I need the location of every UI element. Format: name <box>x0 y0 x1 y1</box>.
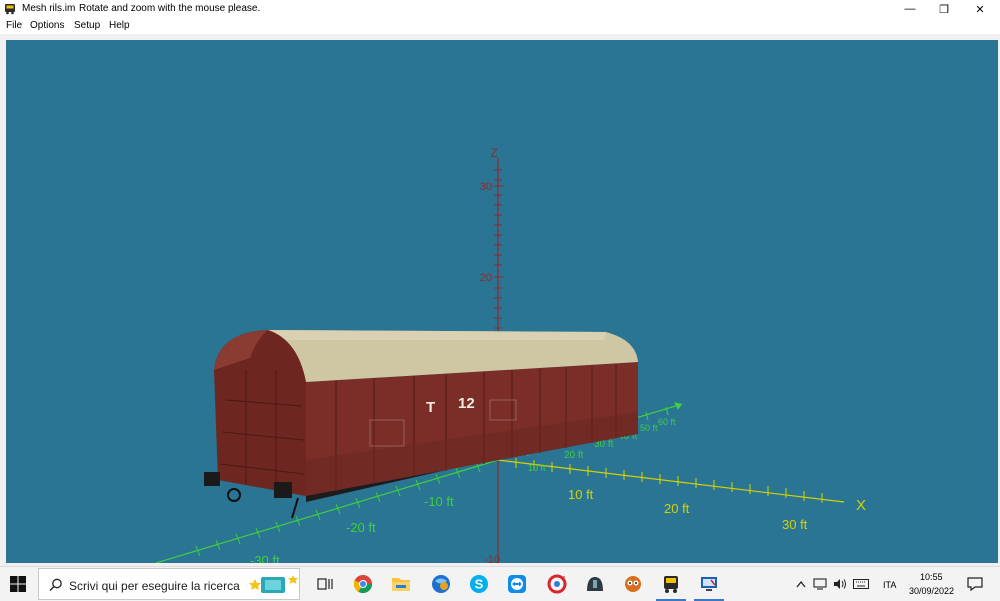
menu-bar: File Options Setup Help <box>0 18 1000 34</box>
eye-icon <box>625 576 641 592</box>
windows-icon <box>10 576 26 592</box>
minimize-button[interactable]: — <box>892 0 928 18</box>
dark-app-button[interactable] <box>584 573 606 595</box>
volume-button[interactable] <box>832 573 848 595</box>
skype-icon: S <box>470 575 488 593</box>
window-title: Mesh rils.im <box>22 3 76 14</box>
monitor-app-button[interactable] <box>698 573 720 595</box>
search-placeholder: Scrivi qui per eseguire la ricerca <box>69 579 240 593</box>
x-tick-label: 20 ft <box>664 501 690 516</box>
eye-app-button[interactable] <box>622 573 644 595</box>
network-icon <box>813 578 827 590</box>
3d-viewport[interactable]: Z 30 20 -10 X 10 ft 20 ft 30 ft -10 ft -… <box>6 40 998 563</box>
close-button[interactable]: ✕ <box>962 0 998 18</box>
menu-options[interactable]: Options <box>30 20 64 31</box>
y-tick-label: 60 ft <box>658 417 676 427</box>
keyboard-icon <box>853 579 869 589</box>
wagon-marking-number: 12 <box>458 395 475 412</box>
restore-button[interactable]: ❐ <box>926 0 962 18</box>
task-view-icon <box>317 578 333 590</box>
y-tick-label: 50 ft <box>640 423 658 433</box>
z-tick-label: 30 <box>480 181 492 193</box>
scene-canvas[interactable]: Z 30 20 -10 X 10 ft 20 ft 30 ft -10 ft -… <box>6 40 998 563</box>
x-tick-label: 10 ft <box>568 487 594 502</box>
speaker-icon <box>834 579 846 589</box>
z-tick-label: -10 <box>484 554 500 563</box>
svg-text:S: S <box>475 577 484 592</box>
tray-expand-button[interactable] <box>794 573 808 595</box>
wagon-marking-t: T <box>426 399 435 416</box>
y-tick-label: 10 ft <box>528 463 546 473</box>
close-icon: ✕ <box>975 3 985 16</box>
train-icon <box>664 576 678 593</box>
notification-icon <box>967 577 983 592</box>
x-axis: X 10 ft 20 ft 30 ft <box>497 458 866 532</box>
clock-date[interactable]: 30/09/2022 <box>909 586 954 596</box>
folder-icon <box>392 578 410 591</box>
restore-icon: ❐ <box>939 3 949 16</box>
train-app-button[interactable] <box>660 573 682 595</box>
keyboard-button[interactable] <box>852 573 870 595</box>
neg-x-tick-label: -20 ft <box>346 520 376 535</box>
monitor-icon <box>701 577 717 591</box>
menu-file[interactable]: File <box>6 20 22 31</box>
notifications-button[interactable] <box>964 573 986 595</box>
globe-icon <box>432 575 450 593</box>
chrome-icon <box>354 575 372 594</box>
taskbar-search-box[interactable]: Scrivi qui per eseguire la ricerca <box>38 568 300 600</box>
x-tick-label: 30 ft <box>782 517 808 532</box>
z-axis-label: Z <box>490 146 497 160</box>
dome-icon <box>587 577 603 591</box>
chevron-up-icon <box>796 580 806 588</box>
teamviewer-button[interactable] <box>506 573 528 595</box>
chrome-button[interactable] <box>352 573 374 595</box>
minimize-icon: — <box>904 3 916 15</box>
title-bar: Mesh rils.im Rotate and zoom with the mo… <box>0 0 1000 18</box>
neg-x-tick-label: -30 ft <box>250 553 280 563</box>
globe-app-button[interactable] <box>430 573 452 595</box>
language-indicator[interactable]: ITA <box>883 580 896 590</box>
train-app-icon <box>5 4 15 15</box>
window-hint: Rotate and zoom with the mouse please. <box>79 3 261 14</box>
taskbar: Scrivi qui per eseguire la ricerca S ITA… <box>0 566 1000 601</box>
ccleaner-icon <box>547 574 567 594</box>
start-button[interactable] <box>0 567 36 601</box>
clock-time[interactable]: 10:55 <box>920 572 943 582</box>
x-axis-label: X <box>856 497 866 514</box>
menu-help[interactable]: Help <box>109 20 130 31</box>
z-tick-label: 20 <box>480 272 492 284</box>
y-tick-label: 20 ft <box>564 450 584 461</box>
task-view-button[interactable] <box>314 573 336 595</box>
skype-button[interactable]: S <box>468 573 490 595</box>
file-explorer-button[interactable] <box>390 573 412 595</box>
search-highlight-icon[interactable] <box>249 571 299 597</box>
search-icon <box>49 578 62 591</box>
neg-x-tick-label: -10 ft <box>424 494 454 509</box>
menu-setup[interactable]: Setup <box>74 20 100 31</box>
ccleaner-button[interactable] <box>546 573 568 595</box>
network-button[interactable] <box>812 573 828 595</box>
teamviewer-icon <box>508 575 526 593</box>
